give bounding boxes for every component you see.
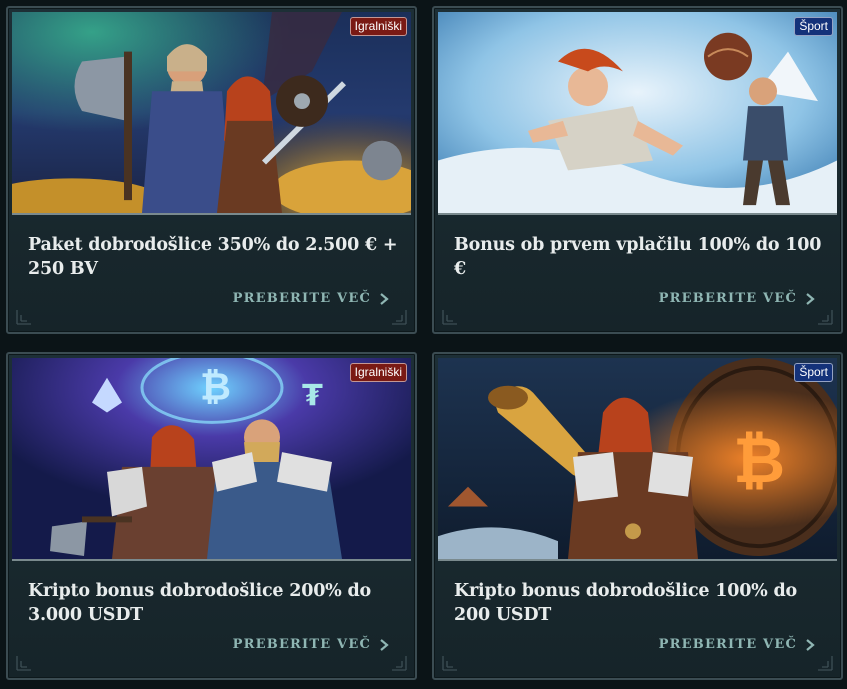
corner-ornament-icon	[392, 656, 407, 671]
category-badge: Igralniški	[349, 17, 407, 36]
read-more-link[interactable]: PREBERITE VEČ	[233, 637, 389, 652]
read-more-label: PREBERITE VEČ	[232, 637, 371, 652]
promo-card-welcome-casino[interactable]: Igralniški Paket dobrodošlice 350% do 2.…	[6, 6, 417, 334]
promo-card-crypto-casino[interactable]: ₿ ₮ Igralniški Kripto bonus dobrodošlice…	[6, 352, 417, 680]
corner-ornament-icon	[392, 310, 407, 325]
corner-ornament-icon	[442, 656, 457, 671]
promo-title: Kripto bonus dobrodošlice 200% do 3.000 …	[28, 581, 371, 625]
chevron-right-icon	[806, 292, 815, 305]
read-more-label: PREBERITE VEČ	[658, 291, 797, 306]
promo-card-crypto-sport[interactable]: ₿ Šport Kripto bonus dobrodošlice 100% d…	[432, 352, 843, 680]
category-badge: Šport	[794, 17, 833, 36]
promo-image-vikings-crypto: ₿ ₮	[12, 358, 411, 561]
svg-text:₮: ₮	[302, 379, 323, 414]
read-more-label: PREBERITE VEČ	[232, 291, 371, 306]
corner-ornament-icon	[818, 656, 833, 671]
promo-title: Paket dobrodošlice 350% do 2.500 € + 250…	[28, 235, 398, 279]
promo-image-viking-horn-bitcoin: ₿	[438, 358, 837, 561]
read-more-link[interactable]: PREBERITE VEČ	[659, 637, 815, 652]
svg-text:₿: ₿	[200, 365, 231, 409]
chevron-right-icon	[380, 638, 389, 651]
chevron-right-icon	[380, 292, 389, 305]
corner-ornament-icon	[442, 310, 457, 325]
promo-title: Kripto bonus dobrodošlice 100% do 200 US…	[454, 581, 797, 625]
chevron-right-icon	[806, 638, 815, 651]
read-more-label: PREBERITE VEČ	[658, 637, 797, 652]
read-more-link[interactable]: PREBERITE VEČ	[233, 291, 389, 306]
read-more-link[interactable]: PREBERITE VEČ	[659, 291, 815, 306]
promo-title: Bonus ob prvem vplačilu 100% do 100 €	[454, 235, 822, 279]
corner-ornament-icon	[16, 310, 31, 325]
category-badge: Šport	[794, 363, 833, 382]
promo-image-viking-gold	[12, 12, 411, 215]
corner-ornament-icon	[16, 656, 31, 671]
promo-image-viking-sport	[438, 12, 837, 215]
promotions-grid: Igralniški Paket dobrodošlice 350% do 2.…	[0, 0, 847, 689]
category-badge: Igralniški	[349, 363, 407, 382]
corner-ornament-icon	[818, 310, 833, 325]
promo-card-first-deposit-sport[interactable]: Šport Bonus ob prvem vplačilu 100% do 10…	[432, 6, 843, 334]
svg-text:₿: ₿	[733, 424, 785, 498]
